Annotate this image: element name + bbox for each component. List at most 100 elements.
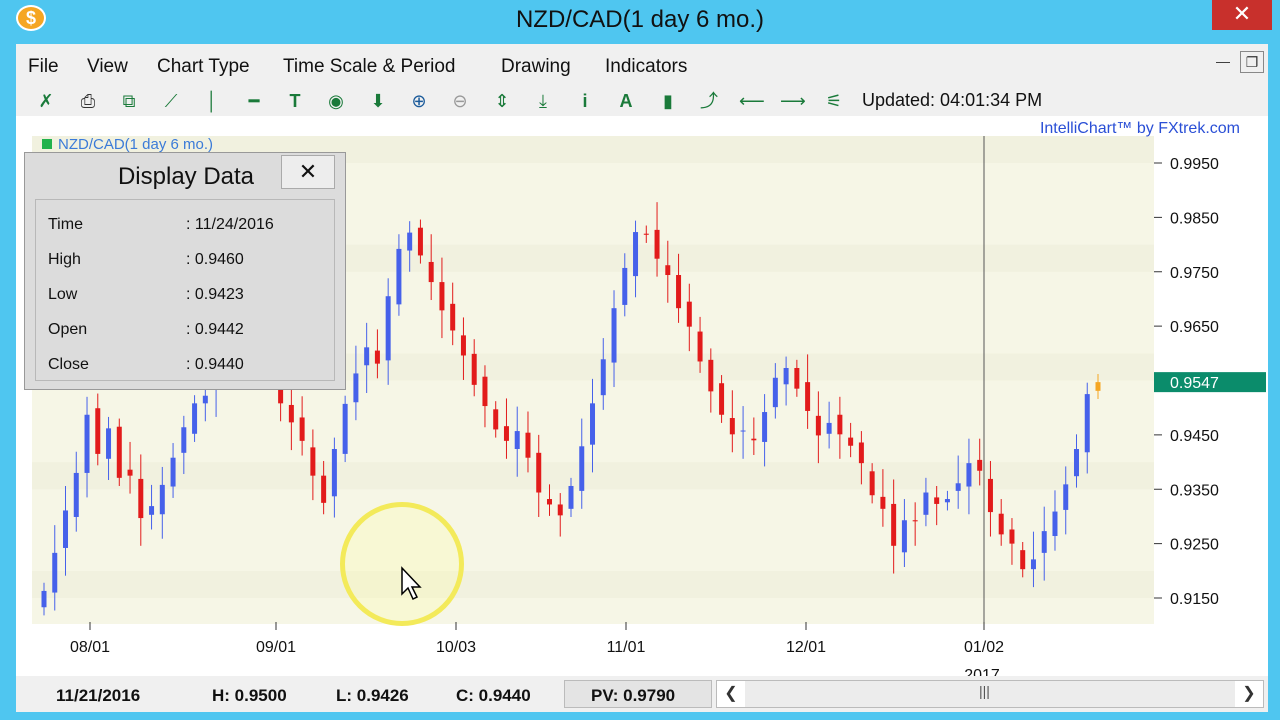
candle-body: [1063, 484, 1069, 510]
candle-body: [783, 367, 789, 385]
menu-view[interactable]: View: [87, 56, 128, 78]
candle-body: [63, 510, 69, 548]
toolbar: ✗ ⎙ ⧉ ⟋ │ ━ T ◉ ⬇ ⊕ ⊖ ⇕ ⤓ i A ▮ ⤴ ⟵ ⟶ ⚟ …: [16, 86, 1268, 116]
menu-time-scale-period[interactable]: Time Scale & Period: [283, 56, 455, 78]
dialog-close-button[interactable]: ✕: [281, 155, 335, 189]
x-tick-label: 09/01: [256, 639, 296, 656]
candle-body: [288, 404, 294, 423]
candle-body: [815, 415, 821, 436]
candle-body: [762, 412, 768, 442]
menu-chart-type[interactable]: Chart Type: [157, 56, 250, 78]
window-close-button[interactable]: ✕: [1212, 0, 1272, 30]
candle-body: [546, 499, 552, 505]
value-high: : 0.9460: [186, 251, 244, 268]
scroll-right-icon[interactable]: ❯: [1235, 681, 1263, 707]
candle-body: [1009, 529, 1015, 544]
candle-body: [858, 442, 864, 464]
vertical-line-icon[interactable]: │: [200, 89, 224, 113]
y-tick-label: 0.9850: [1170, 210, 1219, 227]
y-tick-label: 0.9250: [1170, 537, 1219, 554]
candle-body: [482, 376, 488, 407]
minimize-icon[interactable]: —: [1212, 51, 1234, 71]
candle-body: [697, 331, 703, 362]
candle-body: [622, 267, 628, 305]
candle-body: [869, 471, 875, 496]
candle-body: [805, 382, 811, 411]
menu-drawing[interactable]: Drawing: [501, 56, 571, 78]
updated-time: Updated: 04:01:34 PM: [862, 90, 1043, 110]
candle-body: [342, 403, 348, 454]
value-close: : 0.9440: [186, 356, 244, 373]
mouse-cursor-icon: [401, 566, 422, 601]
candle-body: [794, 367, 800, 389]
candle-body: [665, 265, 671, 276]
candle-body: [751, 438, 757, 441]
candle-body: [471, 353, 477, 385]
right-arrow-icon[interactable]: ⟶: [780, 89, 806, 113]
chart-area[interactable]: 08/01 09/01 10/03 11/01 12/01 01/02 2017 0.9150…: [16, 116, 1268, 684]
candle-body: [192, 403, 198, 434]
window-title: NZD/CAD(1 day 6 mo.): [515, 6, 765, 33]
candle-body: [514, 431, 520, 450]
zoom-out-icon[interactable]: ⊖: [448, 89, 472, 113]
series-color-icon: [42, 139, 52, 149]
candle-body: [912, 520, 918, 522]
candle-body: [1020, 550, 1026, 570]
candle-body: [1041, 531, 1047, 553]
candle-body: [364, 347, 370, 366]
copy-icon[interactable]: ⧉: [117, 89, 141, 113]
scroll-thumb[interactable]: |||: [979, 683, 990, 699]
menu-file[interactable]: File: [28, 56, 59, 78]
candle-body: [407, 232, 413, 251]
candle-body: [460, 335, 466, 356]
restore-icon[interactable]: ❐: [1240, 51, 1264, 73]
down-arrow-icon[interactable]: ⬇: [366, 89, 390, 113]
candle-body: [676, 275, 682, 309]
label-close: Close: [48, 356, 89, 373]
horizontal-line-icon[interactable]: ━: [242, 89, 266, 113]
status-high: H: 0.9500: [212, 686, 287, 705]
text-icon[interactable]: T: [283, 89, 307, 113]
crosshair-icon[interactable]: ✗: [34, 89, 58, 113]
y-tick-label: 0.9350: [1170, 482, 1219, 499]
y-tick-label: 0.9650: [1170, 319, 1219, 336]
trendline-icon[interactable]: ⟋: [159, 89, 183, 113]
left-arrow-icon[interactable]: ⟵: [739, 89, 765, 113]
candle-body: [84, 414, 90, 473]
line-chart-icon[interactable]: ⤴: [697, 89, 721, 113]
scroll-left-icon[interactable]: ❮: [717, 681, 745, 707]
y-tick-label: 0.9450: [1170, 428, 1219, 445]
brand-label: IntelliChart™ by FXtrek.com: [1040, 120, 1240, 137]
download-icon[interactable]: ⤓: [531, 89, 555, 113]
menu-indicators[interactable]: Indicators: [605, 56, 687, 78]
candle-body: [116, 426, 122, 478]
candle-body: [966, 463, 972, 487]
candle-body: [450, 303, 456, 331]
candle-body: [321, 475, 327, 503]
candle-body: [719, 383, 725, 415]
candle-body: [138, 478, 144, 519]
candle-body: [557, 504, 563, 516]
candle-body: [987, 478, 993, 513]
candle-body: [998, 513, 1004, 535]
candle-body: [202, 395, 208, 404]
y-tick-label: 0.9150: [1170, 591, 1219, 608]
info-icon[interactable]: i: [573, 89, 597, 113]
candle-body: [331, 449, 337, 497]
candle-body: [944, 499, 950, 503]
print-icon[interactable]: ⎙: [76, 89, 100, 113]
target-icon[interactable]: ◉: [324, 89, 348, 113]
settings-icon[interactable]: ⚟: [822, 89, 846, 113]
candle-body: [934, 497, 940, 504]
horizontal-scrollbar[interactable]: ❮ ||| ❯: [716, 680, 1264, 708]
bar-chart-icon[interactable]: ▮: [656, 89, 680, 113]
candle-body: [1073, 449, 1079, 477]
font-icon[interactable]: A: [614, 89, 638, 113]
fit-icon[interactable]: ⇕: [490, 89, 514, 113]
status-close: C: 0.9440: [456, 686, 531, 705]
candle-body: [41, 590, 47, 608]
zoom-in-icon[interactable]: ⊕: [407, 89, 431, 113]
candle-body: [503, 426, 509, 441]
candle-body: [374, 350, 380, 364]
candle-body: [600, 359, 606, 396]
